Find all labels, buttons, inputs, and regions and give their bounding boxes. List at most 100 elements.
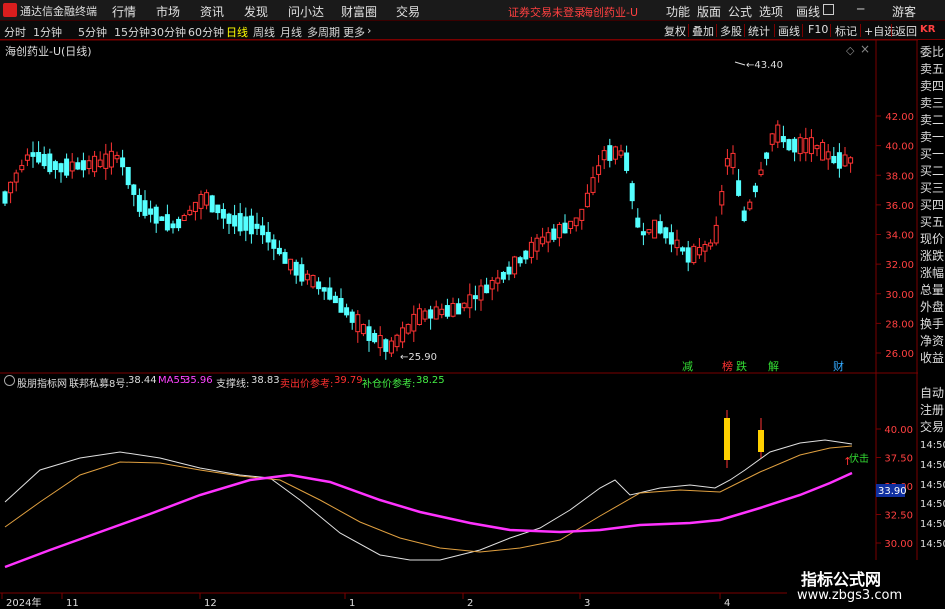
candle-body	[584, 192, 590, 208]
candle-body	[540, 236, 546, 245]
period-1min[interactable]: 1分钟	[33, 24, 62, 40]
candle-body	[288, 258, 294, 271]
period-60min[interactable]: 60分钟	[188, 24, 224, 40]
indicator-spike-bar	[758, 430, 764, 452]
menu-wenxiaoda[interactable]: 问小达	[288, 3, 324, 20]
period-fenshi[interactable]: 分时	[4, 24, 26, 40]
side-lower-item[interactable]: 交易	[920, 419, 945, 436]
candle-body	[226, 213, 232, 224]
candle-body	[260, 225, 266, 236]
candle-body	[652, 219, 658, 239]
candle-body	[19, 165, 25, 171]
title-bar: 通达信金融终端 行情 市场 资讯 发现 问小达 财富圈 交易 证券交易未登录 海…	[0, 0, 945, 21]
menu-hangqing[interactable]: 行情	[112, 3, 136, 20]
menu-caifuquan[interactable]: 财富圈	[341, 3, 377, 20]
minimize-icon[interactable]: ─	[857, 2, 864, 16]
candle-body	[36, 152, 42, 163]
candle-body	[601, 150, 607, 161]
tool-duogu[interactable]: 多股	[718, 23, 744, 39]
menu-zixun[interactable]: 资讯	[200, 3, 224, 20]
period-daily[interactable]: 日线	[226, 24, 248, 40]
candle-body	[775, 124, 781, 143]
watermark: 指标公式网 www.zbgs3.com	[787, 560, 945, 609]
menu-xuanxiang[interactable]: 选项	[759, 3, 783, 20]
candle-body	[372, 333, 378, 343]
candle-body	[624, 152, 630, 171]
menu-faxian[interactable]: 发现	[244, 3, 268, 20]
menu-jiaoyi[interactable]: 交易	[396, 3, 420, 20]
side-lower-panel: 自动 注册 交易	[918, 385, 945, 436]
indicator-line1-value: 38.44	[128, 375, 157, 386]
candle-body	[327, 287, 333, 300]
low-label: ←25.90	[400, 352, 437, 363]
guest-button[interactable]: 游客	[892, 3, 916, 20]
candle-body	[97, 159, 103, 168]
watermark-line2: www.zbgs3.com	[797, 588, 903, 603]
indicator-name[interactable]: 股朋指标网	[17, 375, 67, 390]
time-label: 14:50	[920, 538, 945, 550]
period-more[interactable]: 更多	[343, 24, 365, 40]
candle-body	[730, 152, 736, 168]
candle-body	[232, 215, 238, 227]
settings-icon[interactable]: ◇	[846, 44, 854, 57]
indicator-tick-label: 37.50	[884, 454, 913, 465]
period-multi[interactable]: 多周期	[307, 24, 340, 40]
candle-body	[696, 246, 702, 256]
period-weekly[interactable]: 周线	[253, 24, 275, 40]
side-lower-item[interactable]: 注册	[920, 402, 945, 419]
tool-tongji[interactable]: 统计	[746, 23, 772, 39]
tool-fanhui[interactable]: 返回	[893, 23, 919, 39]
candle-body	[243, 216, 249, 231]
chart-area[interactable]: ↑伏击 42.0040.0038.0036.0034.0032.0030.002…	[0, 40, 918, 609]
candle-body	[573, 217, 579, 227]
quote-label: 卖四	[920, 79, 945, 93]
period-monthly[interactable]: 月线	[280, 24, 302, 40]
candle-body	[428, 309, 434, 319]
candle-body	[517, 257, 523, 264]
quote-label: 总量	[920, 283, 945, 297]
period-30min[interactable]: 30分钟	[150, 24, 186, 40]
candle-body	[433, 306, 439, 320]
candle-body	[680, 247, 686, 252]
tool-fuquan[interactable]: 复权	[662, 23, 688, 39]
high-pointer	[734, 61, 746, 66]
price-tick-label: 42.00	[885, 112, 914, 123]
indicator-toggle-icon[interactable]	[4, 375, 15, 386]
side-lower-item[interactable]: 自动	[920, 385, 945, 402]
menu-banmian[interactable]: 版面	[697, 3, 721, 20]
candle-body	[450, 302, 456, 317]
period-15min[interactable]: 15分钟	[114, 24, 150, 40]
candle-body	[52, 161, 58, 171]
tool-diejia[interactable]: 叠加	[690, 23, 716, 39]
candle-body	[752, 185, 758, 193]
candle-body	[344, 307, 350, 316]
candle-body	[842, 154, 848, 167]
period-5min[interactable]: 5分钟	[78, 24, 107, 40]
watermark-line1: 指标公式网	[801, 570, 882, 589]
candle-body	[640, 231, 646, 236]
close-icon[interactable]: ×	[860, 42, 870, 56]
tool-f10[interactable]: F10	[806, 23, 830, 36]
indicator-tick-label: 32.50	[884, 511, 913, 522]
time-label: 14:50	[920, 479, 945, 491]
candle-body	[674, 239, 680, 249]
tool-huaxian[interactable]: 画线	[776, 23, 802, 39]
menu-shichang[interactable]: 市场	[156, 3, 180, 20]
menu-huaxian[interactable]: 画线	[796, 3, 820, 20]
candle-body	[663, 227, 669, 239]
menu-gongneng[interactable]: 功能	[666, 3, 690, 20]
menu-gongshi[interactable]: 公式	[728, 3, 752, 20]
candle-body	[719, 191, 725, 206]
candle-body	[657, 221, 663, 234]
trade-login-status[interactable]: 证券交易未登录	[508, 4, 585, 20]
candle-body	[355, 314, 361, 333]
candle-body	[316, 281, 322, 290]
tool-biaoji[interactable]: 标记	[833, 23, 859, 39]
price-tick-label: 38.00	[885, 171, 914, 182]
candle-body	[568, 220, 574, 229]
price-tick-label: 34.00	[885, 231, 914, 242]
candle-body	[495, 277, 501, 284]
window-icon[interactable]	[823, 4, 834, 15]
time-label: 14:50	[920, 440, 945, 451]
chevron-right-icon[interactable]: ›	[367, 24, 371, 37]
